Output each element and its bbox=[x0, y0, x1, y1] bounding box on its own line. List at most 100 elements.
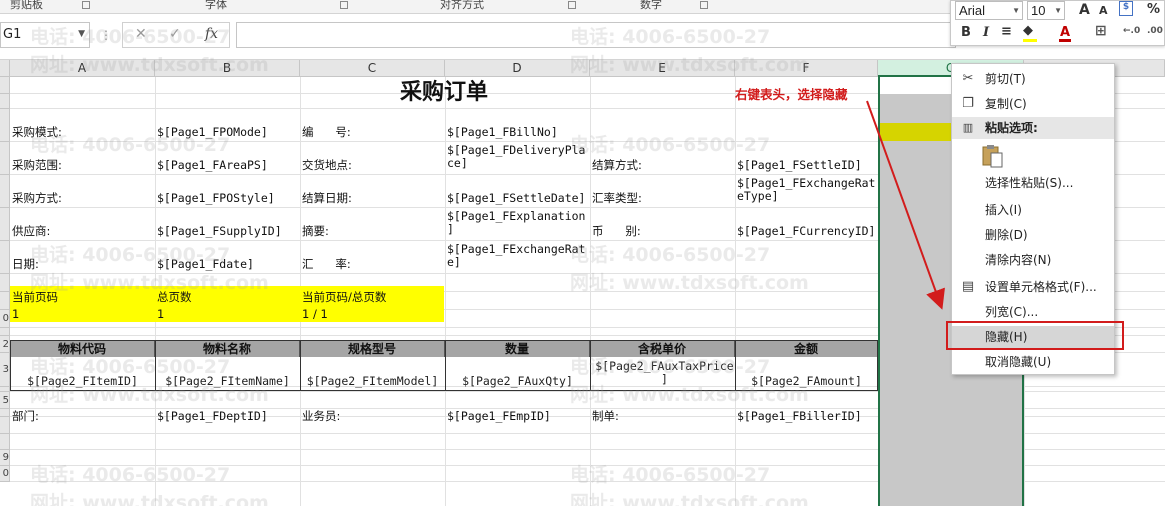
label-currency: 币 别: bbox=[592, 225, 641, 238]
label-settle-type: 结算方式: bbox=[592, 159, 642, 172]
insert-function-icon[interactable]: fx bbox=[205, 26, 218, 42]
fill-color-icon[interactable]: ◆ bbox=[1023, 23, 1033, 38]
label-summary: 摘要: bbox=[302, 225, 329, 238]
row-header[interactable]: 0 bbox=[0, 466, 10, 482]
label-total-pages: 总页数 bbox=[157, 291, 192, 304]
select-all-corner[interactable] bbox=[0, 60, 10, 77]
menu-item-copy[interactable]: ❐ 复制(C) bbox=[952, 93, 1114, 115]
mini-toolbar: Arial ▼ 10 ▼ A A $ % B I ≡ ◆ A ⊞ ←.0 .00 bbox=[950, 0, 1165, 46]
row-header[interactable] bbox=[0, 434, 10, 450]
value-total-pages: 1 bbox=[157, 308, 165, 321]
cancel-icon[interactable]: ✕ bbox=[135, 26, 147, 42]
row-header[interactable] bbox=[0, 274, 10, 292]
menu-item-unhide[interactable]: 取消隐藏(U) bbox=[952, 351, 1114, 373]
menu-item-label: 设置单元格格式(F)... bbox=[985, 280, 1097, 294]
more-icon[interactable]: ⋮ bbox=[100, 28, 112, 42]
ribbon-group-clipboard: 剪贴板 bbox=[10, 0, 43, 11]
value-page-ratio: 1 / 1 bbox=[302, 308, 328, 321]
font-size-select[interactable]: 10 ▼ bbox=[1027, 1, 1065, 20]
dialog-launcher-icon[interactable] bbox=[700, 1, 708, 9]
row-header[interactable] bbox=[0, 77, 10, 94]
format-cells-icon: ▤ bbox=[961, 279, 975, 294]
label-bill-no: 编 号: bbox=[302, 126, 351, 139]
menu-item-paste-special[interactable]: 选择性粘贴(S)... bbox=[952, 172, 1114, 194]
label-supplier: 供应商: bbox=[12, 225, 51, 238]
row-header[interactable]: 0 bbox=[0, 310, 10, 328]
menu-item-label: 清除内容(N) bbox=[985, 253, 1052, 267]
value-biller: $[Page1_FBillerID] bbox=[737, 410, 862, 423]
row-header[interactable] bbox=[0, 208, 10, 241]
table-cell-qty: $[Page2_FAuxQty] bbox=[462, 374, 573, 388]
table-cell-tax-price: $[Page2_FAuxTaxPrice ] bbox=[595, 359, 734, 386]
row-header[interactable] bbox=[0, 94, 10, 109]
shrink-font-button[interactable]: A bbox=[1099, 4, 1108, 17]
percent-button[interactable]: % bbox=[1147, 2, 1160, 17]
label-delivery: 交货地点: bbox=[302, 159, 352, 172]
column-header-f[interactable]: F bbox=[735, 60, 878, 77]
menu-item-cut[interactable]: ✂ 剪切(T) bbox=[952, 68, 1114, 90]
menu-item-insert[interactable]: 插入(I) bbox=[952, 199, 1114, 221]
row-header[interactable] bbox=[0, 142, 10, 175]
value-explanation: $[Page1_FExplanation ] bbox=[447, 210, 586, 236]
increase-decimal-button[interactable]: ←.0 bbox=[1123, 26, 1140, 36]
label-po-mode: 采购模式: bbox=[12, 126, 62, 139]
name-box[interactable]: G1 ▼ bbox=[0, 22, 90, 48]
row-header[interactable] bbox=[0, 409, 10, 417]
dialog-launcher-icon[interactable] bbox=[82, 1, 90, 9]
ribbon-group-font: 字体 bbox=[205, 0, 227, 11]
borders-icon[interactable]: ⊞ bbox=[1095, 23, 1107, 39]
column-header-d[interactable]: D bbox=[445, 60, 590, 77]
column-header-a[interactable]: A bbox=[10, 60, 155, 77]
align-center-icon[interactable]: ≡ bbox=[1001, 24, 1012, 39]
label-settle-date: 结算日期: bbox=[302, 192, 352, 205]
row-header[interactable]: 2 bbox=[0, 336, 10, 353]
bold-button[interactable]: B bbox=[961, 25, 971, 40]
column-header-e[interactable]: E bbox=[590, 60, 735, 77]
row-header[interactable] bbox=[0, 175, 10, 208]
menu-item-format-cells[interactable]: ▤ 设置单元格格式(F)... bbox=[952, 276, 1114, 298]
menu-item-label: 粘贴选项: bbox=[985, 121, 1038, 135]
row-header[interactable]: 9 bbox=[0, 450, 10, 466]
font-name-value: Arial bbox=[959, 3, 986, 18]
value-exchange-rate: $[Page1_FExchangeRat e] bbox=[447, 243, 586, 269]
dialog-launcher-icon[interactable] bbox=[568, 1, 576, 9]
decrease-decimal-button[interactable]: .00 bbox=[1147, 26, 1163, 36]
paste-button-icon[interactable] bbox=[982, 144, 1004, 168]
grow-font-button[interactable]: A bbox=[1079, 2, 1090, 18]
scissors-icon: ✂ bbox=[962, 71, 974, 86]
value-date: $[Page1_Fdate] bbox=[157, 258, 254, 271]
column-header-b[interactable]: B bbox=[155, 60, 300, 77]
value-emp: $[Page1_FEmpID] bbox=[447, 410, 551, 423]
row-header[interactable] bbox=[0, 109, 10, 142]
value-exchange-type: $[Page1_FExchangeRat eType] bbox=[737, 177, 876, 203]
row-header[interactable] bbox=[0, 417, 10, 434]
menu-item-label: 列宽(C)... bbox=[985, 305, 1039, 319]
chevron-down-icon[interactable]: ▼ bbox=[78, 29, 85, 39]
value-currency: $[Page1_FCurrencyID] bbox=[737, 225, 876, 238]
dialog-launcher-icon[interactable] bbox=[340, 1, 348, 9]
font-name-select[interactable]: Arial ▼ bbox=[955, 1, 1023, 20]
chevron-down-icon[interactable]: ▼ bbox=[1012, 6, 1020, 15]
highlight-box bbox=[946, 321, 1124, 350]
row-header[interactable] bbox=[0, 292, 10, 310]
accounting-format-icon[interactable]: $ bbox=[1119, 1, 1133, 16]
table-cell-item-name: $[Page2_FItemName] bbox=[165, 374, 290, 388]
excel-window: 剪贴板 字体 对齐方式 数字 G1 ▼ ⋮ ✕ ✓ fx Arial ▼ 10 ▼ A… bbox=[0, 0, 1165, 506]
enter-icon[interactable]: ✓ bbox=[169, 26, 181, 42]
menu-item-column-width[interactable]: 列宽(C)... bbox=[952, 301, 1114, 323]
menu-item-delete[interactable]: 删除(D) bbox=[952, 224, 1114, 246]
font-color-button[interactable]: A bbox=[1060, 25, 1070, 40]
menu-item-label: 插入(I) bbox=[985, 203, 1022, 217]
row-header[interactable] bbox=[0, 241, 10, 274]
chevron-down-icon[interactable]: ▼ bbox=[1054, 6, 1062, 15]
value-current-page: 1 bbox=[12, 308, 20, 321]
row-header[interactable]: 3 bbox=[0, 353, 10, 387]
formula-input[interactable] bbox=[236, 22, 956, 48]
name-box-value: G1 bbox=[3, 27, 22, 42]
menu-item-clear-contents[interactable]: 清除内容(N) bbox=[952, 249, 1114, 271]
formula-buttons: ✕ ✓ fx bbox=[122, 22, 230, 48]
row-header[interactable]: 5 bbox=[0, 392, 10, 409]
column-header-c[interactable]: C bbox=[300, 60, 445, 77]
row-header[interactable] bbox=[0, 328, 10, 336]
italic-button[interactable]: I bbox=[983, 25, 989, 40]
